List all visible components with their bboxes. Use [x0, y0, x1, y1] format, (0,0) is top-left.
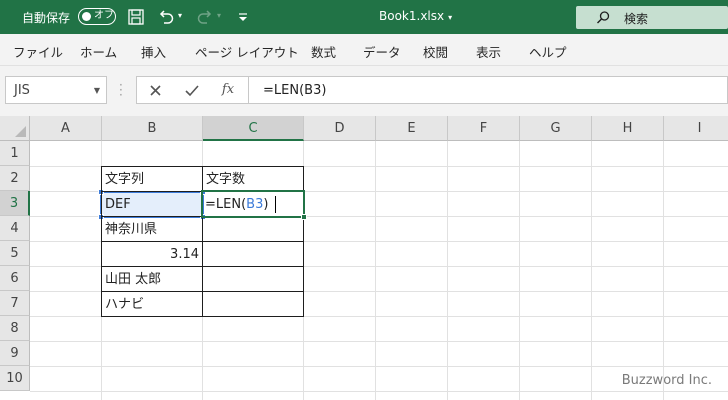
chevron-down-icon: ▾ [448, 13, 453, 22]
cell-b2[interactable]: 文字列 [105, 167, 144, 192]
column-header-c[interactable]: C [203, 116, 304, 141]
name-box-dropdown-icon[interactable]: ▼ [94, 86, 100, 95]
cell-b6[interactable]: 山田 太郎 [105, 267, 161, 292]
toggle-knob [82, 11, 91, 21]
row-header-7[interactable]: 7 [0, 291, 30, 316]
row-header-2[interactable]: 2 [0, 166, 30, 191]
tab-insert[interactable]: 挿入 [141, 42, 166, 61]
cell-b4[interactable]: 神奈川県 [105, 217, 157, 242]
formula-bar-grip-icon[interactable]: · · · [119, 79, 123, 101]
column-header-d[interactable]: D [304, 116, 376, 141]
row-header-3[interactable]: 3 [0, 191, 30, 216]
save-icon[interactable] [127, 8, 145, 26]
text-cursor [275, 196, 276, 213]
cell-b3[interactable]: DEF [105, 192, 131, 217]
column-header-f[interactable]: F [448, 116, 520, 141]
select-all-icon [15, 126, 26, 137]
undo-icon[interactable] [157, 8, 175, 26]
toggle-label: オフ [94, 10, 114, 21]
gridline [663, 141, 664, 400]
row-header-1[interactable]: 1 [0, 141, 30, 166]
tab-home[interactable]: ホーム [80, 42, 117, 61]
cell-b5[interactable]: 3.14 [102, 242, 199, 267]
tab-help[interactable]: ヘルプ [529, 42, 567, 61]
cancel-icon[interactable] [147, 82, 165, 100]
document-title-text: Book1.xlsx [379, 9, 445, 23]
tab-file[interactable]: ファイル [13, 42, 63, 61]
column-header-a[interactable]: A [30, 116, 102, 141]
watermark: Buzzword Inc. [621, 373, 712, 388]
formula-input[interactable]: =LEN(B3) [248, 76, 728, 104]
cell-c2[interactable]: 文字数 [206, 167, 245, 192]
worksheet-grid[interactable]: A B C D E F G H I 1 2 3 4 5 6 7 8 9 10 文… [0, 116, 728, 400]
tab-page-layout[interactable]: ページ レイアウト [195, 42, 299, 61]
row-header-6[interactable]: 6 [0, 266, 30, 291]
column-header-b[interactable]: B [102, 116, 203, 141]
document-title[interactable]: Book1.xlsx ▾ [379, 9, 452, 23]
gridline [30, 366, 728, 367]
customize-toolbar-icon[interactable] [234, 8, 252, 26]
column-header-g[interactable]: G [520, 116, 592, 141]
autosave-label: 自動保存 [22, 11, 71, 25]
redo-icon [197, 10, 212, 24]
formula-text: =LEN(B3) [263, 83, 327, 98]
tab-view[interactable]: 表示 [476, 42, 501, 61]
enter-icon[interactable] [183, 82, 201, 100]
row-header-10[interactable]: 10 [0, 366, 30, 391]
cell-b7[interactable]: ハナビ [105, 292, 144, 317]
title-bar: 自動保存 オフ ▾ ▾ Book1.xlsx ▾ 検索 [0, 0, 728, 34]
row-header-4[interactable]: 4 [0, 216, 30, 241]
gridline [30, 391, 728, 392]
formula-bar: JIS ▼ · · · fx =LEN(B3) [0, 66, 728, 116]
row-header-5[interactable]: 5 [0, 241, 30, 266]
name-box[interactable]: JIS ▼ [5, 76, 107, 104]
row-header-9[interactable]: 9 [0, 341, 30, 366]
name-box-value: JIS [14, 83, 30, 98]
active-cell[interactable] [201, 190, 307, 220]
search-placeholder: 検索 [624, 12, 649, 26]
redo-dropdown-icon: ▾ [217, 11, 222, 20]
gridline [375, 141, 376, 400]
tab-data[interactable]: データ [363, 42, 401, 61]
gridline [30, 341, 728, 342]
column-header-h[interactable]: H [592, 116, 664, 141]
gridline [591, 141, 592, 400]
undo-dropdown-icon[interactable]: ▾ [178, 11, 182, 20]
search-icon [597, 11, 610, 24]
formula-buttons: fx [136, 76, 248, 104]
autosave-toggle[interactable]: オフ [78, 8, 116, 25]
row-header-8[interactable]: 8 [0, 316, 30, 341]
gridline [519, 141, 520, 400]
column-header-i[interactable]: I [664, 116, 728, 141]
fill-handle[interactable] [301, 214, 307, 220]
select-all-button[interactable] [0, 116, 30, 141]
insert-function-icon[interactable]: fx [219, 82, 237, 100]
ribbon-tabs: ファイル ホーム 挿入 ページ レイアウト 数式 データ 校閲 表示 ヘルプ [0, 34, 728, 66]
tab-review[interactable]: 校閲 [423, 42, 448, 61]
search-box[interactable]: 検索 [576, 6, 728, 29]
tab-formulas[interactable]: 数式 [311, 42, 336, 61]
gridline [447, 141, 448, 400]
column-header-e[interactable]: E [376, 116, 448, 141]
